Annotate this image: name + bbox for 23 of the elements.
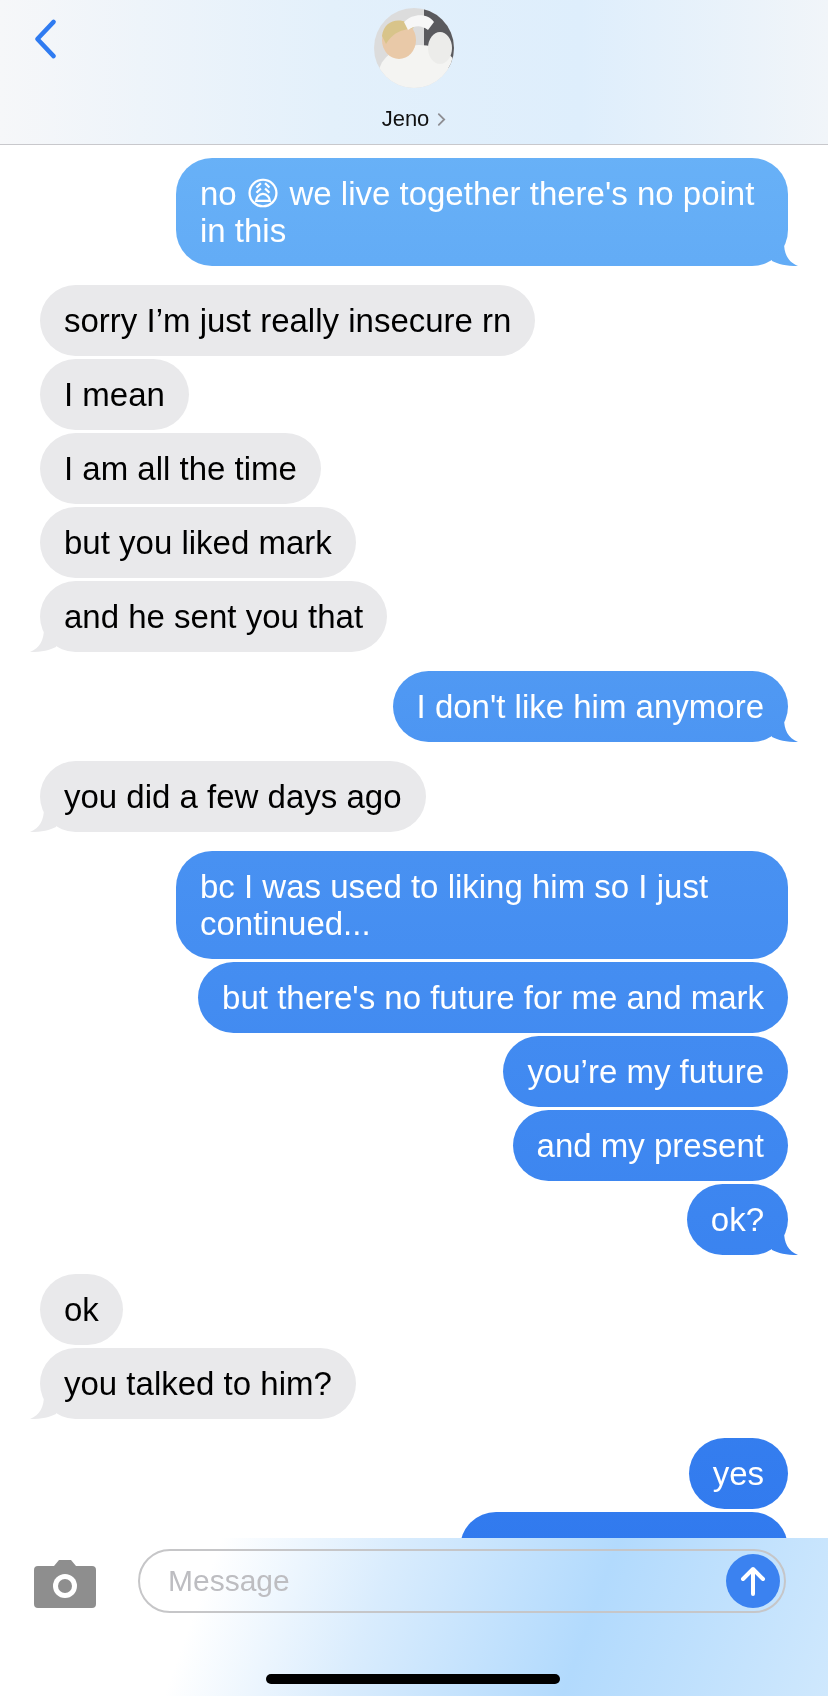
message-bubble: you’re my future — [503, 1036, 788, 1107]
camera-icon[interactable] — [34, 1560, 96, 1608]
message-bubble: you talked to him? — [40, 1348, 356, 1419]
message-bubble: no 😩 we live together there's no point in this — [176, 158, 788, 266]
contact-name[interactable]: Jeno — [381, 106, 430, 132]
message-bubble: but there's no future for me and mark — [198, 962, 788, 1033]
message-bubble: and my present — [512, 1110, 788, 1181]
message-bubble: ok? — [686, 1184, 788, 1255]
back-icon[interactable] — [32, 17, 59, 61]
send-button[interactable] — [726, 1554, 780, 1608]
message-bubble: yes — [688, 1438, 788, 1509]
message-bubble: sorry I’m just really insecure rn — [40, 285, 536, 356]
message-bubble: and he sent you that — [40, 581, 388, 652]
message-bubble: ok — [40, 1274, 123, 1345]
message-input[interactable]: Message — [166, 1563, 726, 1599]
message-bubble: you did a few days ago — [40, 761, 426, 832]
message-field[interactable]: Message — [138, 1549, 786, 1613]
message-bubble: bc I was used to liking him so I just continued... — [176, 851, 788, 959]
message-bubble: I don't like him anymore — [392, 671, 788, 742]
message-bubble: I mean — [40, 359, 189, 430]
message-bubble: but you liked mark — [40, 507, 356, 578]
chevron-icon[interactable] — [437, 111, 447, 127]
message-bubble: I am all the time — [40, 433, 321, 504]
